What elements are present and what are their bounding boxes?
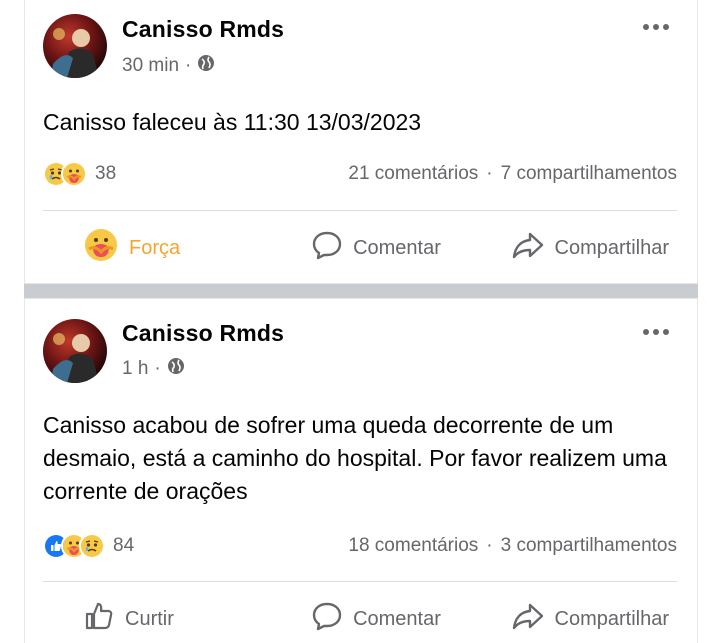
reaction-count: 84 <box>113 535 135 556</box>
reaction-count: 38 <box>95 163 117 184</box>
share-label: Compartilhar <box>554 607 669 630</box>
post-actions: Força Comentar Compartilhar <box>25 226 697 270</box>
comment-label: Comentar <box>353 236 441 259</box>
care-reaction-icon <box>83 227 119 269</box>
share-icon <box>511 601 545 637</box>
comment-button[interactable]: Comentar <box>278 597 473 641</box>
avatar[interactable] <box>43 14 107 78</box>
post-card: Canisso Rmds 1 h · Canisso acabou de sof… <box>24 298 698 643</box>
post-card: Canisso Rmds 30 min · Canisso faleceu às… <box>24 0 698 284</box>
more-options-icon[interactable] <box>643 24 669 30</box>
globe-icon <box>197 54 215 78</box>
share-button[interactable]: Compartilhar <box>474 226 697 270</box>
globe-icon <box>167 357 185 381</box>
divider <box>43 581 677 582</box>
post-text: Canisso faleceu às 11:30 13/03/2023 <box>43 109 422 135</box>
post-actions: Curtir Comentar Compartilhar <box>25 597 697 641</box>
post-time[interactable]: 1 h <box>122 358 148 380</box>
shares-count[interactable]: 3 compartilhamentos <box>501 535 677 557</box>
separator-dot: · <box>154 358 161 379</box>
separator-dot: · <box>185 55 192 76</box>
post-stats: 21 comentários · 7 compartilhamentos <box>348 163 677 185</box>
post-stats: 18 comentários · 3 compartilhamentos <box>348 535 677 557</box>
post-text: Canisso acabou de sofrer uma queda decor… <box>43 412 667 504</box>
like-button[interactable]: Curtir <box>25 597 278 641</box>
author-name[interactable]: Canisso Rmds <box>122 320 284 347</box>
divider <box>43 210 677 211</box>
reactions-summary[interactable]: 38 <box>43 161 116 187</box>
more-options-icon[interactable] <box>643 329 669 335</box>
comment-icon <box>311 601 343 637</box>
comments-count[interactable]: 21 comentários <box>348 163 478 185</box>
comment-button[interactable]: Comentar <box>278 226 473 270</box>
share-button[interactable]: Compartilhar <box>474 597 697 641</box>
like-label: Curtir <box>125 607 174 630</box>
thumbs-up-icon <box>83 600 115 638</box>
share-icon <box>511 230 545 266</box>
comment-icon <box>311 230 343 266</box>
reactions-summary[interactable]: 84 <box>43 533 134 559</box>
forca-label: Força <box>129 236 181 259</box>
author-name[interactable]: Canisso Rmds <box>122 16 284 43</box>
post-meta: 1 h · <box>122 357 185 381</box>
separator-dot: · <box>486 163 493 184</box>
post-separator <box>24 284 698 298</box>
sad-reaction-icon <box>79 533 105 559</box>
care-reaction-icon <box>61 161 87 187</box>
post-meta: 30 min · <box>122 54 215 78</box>
comments-count[interactable]: 18 comentários <box>348 535 478 557</box>
forca-button[interactable]: Força <box>25 226 278 270</box>
avatar[interactable] <box>43 319 107 383</box>
post-time[interactable]: 30 min <box>122 55 179 77</box>
feed: Canisso Rmds 30 min · Canisso faleceu às… <box>0 0 720 643</box>
separator-dot: · <box>486 535 493 556</box>
shares-count[interactable]: 7 compartilhamentos <box>501 163 677 185</box>
comment-label: Comentar <box>353 607 441 630</box>
share-label: Compartilhar <box>554 236 669 259</box>
